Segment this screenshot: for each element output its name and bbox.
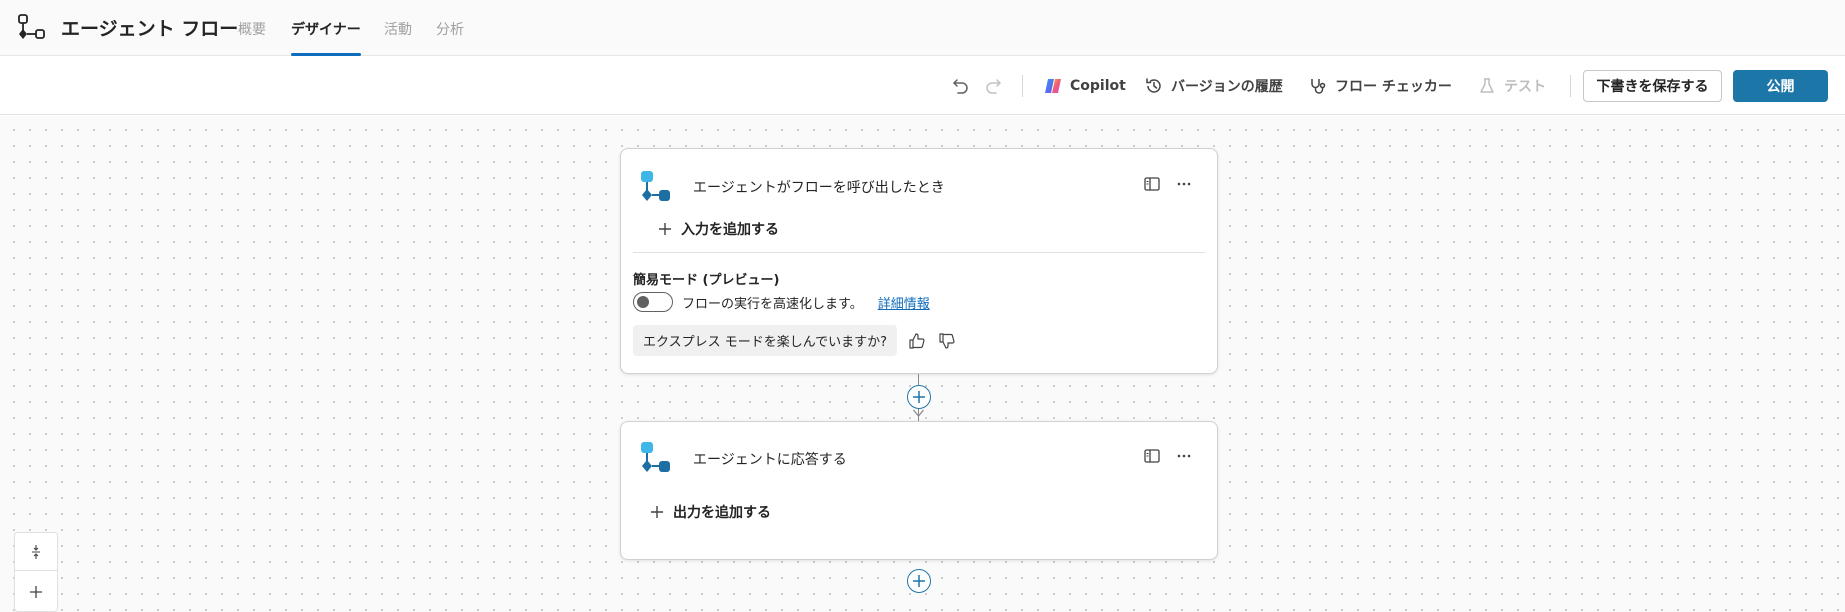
zoom-in-button[interactable] (15, 573, 57, 611)
command-bar: Copilot バージョンの履歴 フロー チェッカー テスト 下書きを保存する … (0, 56, 1845, 115)
trigger-node-card[interactable]: エージェントがフローを呼び出したとき 入力を追加する 簡易モード (プレビュー)… (620, 148, 1218, 374)
add-input-label: 入力を追加する (681, 222, 779, 238)
add-output-button[interactable]: 出力を追加する (649, 502, 771, 522)
divider (633, 252, 1205, 253)
copilot-label: Copilot (1070, 78, 1126, 94)
version-history-label: バージョンの履歴 (1171, 79, 1283, 95)
thumbs-down-icon[interactable] (937, 331, 957, 351)
learn-more-link[interactable]: 詳細情報 (878, 293, 930, 312)
thumbs-up-icon[interactable] (907, 331, 927, 351)
undo-icon[interactable] (951, 76, 971, 96)
feedback-prompt: エクスプレス モードを楽しんでいますか? (633, 325, 897, 356)
fit-view-icon (32, 544, 40, 559)
panel-icon[interactable] (1143, 447, 1161, 465)
tab-overview[interactable]: 概要 (238, 19, 266, 56)
plus-icon (659, 223, 671, 235)
zoom-in-icon (30, 586, 42, 598)
simple-mode-toggle[interactable] (633, 292, 673, 312)
save-draft-button[interactable]: 下書きを保存する (1583, 70, 1722, 102)
add-input-button[interactable]: 入力を追加する (657, 219, 779, 239)
publish-button[interactable]: 公開 (1733, 70, 1828, 102)
flow-checker-button[interactable]: フロー チェッカー (1308, 73, 1452, 99)
test-button[interactable]: テスト (1477, 73, 1546, 99)
tab-analytics[interactable]: 分析 (436, 19, 464, 56)
toggle-description: フローの実行を高速化します。 (682, 296, 863, 312)
redo-icon[interactable] (983, 76, 1003, 96)
more-options-icon[interactable] (1175, 447, 1193, 465)
plus-icon (913, 391, 925, 403)
agent-flow-node-icon (641, 171, 670, 201)
add-output-label: 出力を追加する (673, 505, 771, 521)
node-title: エージェントがフローを呼び出したとき (693, 180, 945, 196)
beaker-icon (1480, 78, 1494, 93)
app-header: エージェント フロー 概要 デザイナー 活動 分析 (0, 0, 1845, 56)
node-title: エージェントに応答する (693, 452, 847, 468)
page-title: エージェント フロー (61, 18, 239, 40)
add-step-button[interactable] (907, 385, 931, 409)
agent-flow-app-icon (18, 14, 45, 39)
simple-mode-title: 簡易モード (プレビュー) (633, 273, 780, 288)
version-history-button[interactable]: バージョンの履歴 (1144, 73, 1283, 99)
fit-to-view-button[interactable] (15, 533, 57, 571)
toggle-knob (637, 296, 649, 308)
add-step-button[interactable] (907, 569, 931, 593)
agent-flow-node-icon (641, 442, 670, 472)
toolbar-divider (1022, 75, 1023, 97)
panel-icon[interactable] (1143, 175, 1161, 193)
tab-designer[interactable]: デザイナー (291, 19, 361, 56)
arrow-down-icon (913, 409, 924, 418)
flow-checker-label: フロー チェッカー (1335, 79, 1452, 95)
tab-activity[interactable]: 活動 (384, 19, 412, 56)
respond-node-card[interactable]: エージェントに応答する 出力を追加する (620, 421, 1218, 560)
test-label: テスト (1504, 79, 1546, 95)
stethoscope-icon (1311, 79, 1326, 94)
history-icon (1146, 78, 1161, 93)
canvas-controls (14, 532, 58, 612)
plus-icon (651, 506, 663, 518)
copilot-button[interactable]: Copilot (1043, 73, 1126, 99)
toolbar-divider (1570, 75, 1571, 97)
plus-icon (913, 575, 925, 587)
copilot-icon (1045, 79, 1061, 93)
more-options-icon[interactable] (1175, 175, 1193, 193)
